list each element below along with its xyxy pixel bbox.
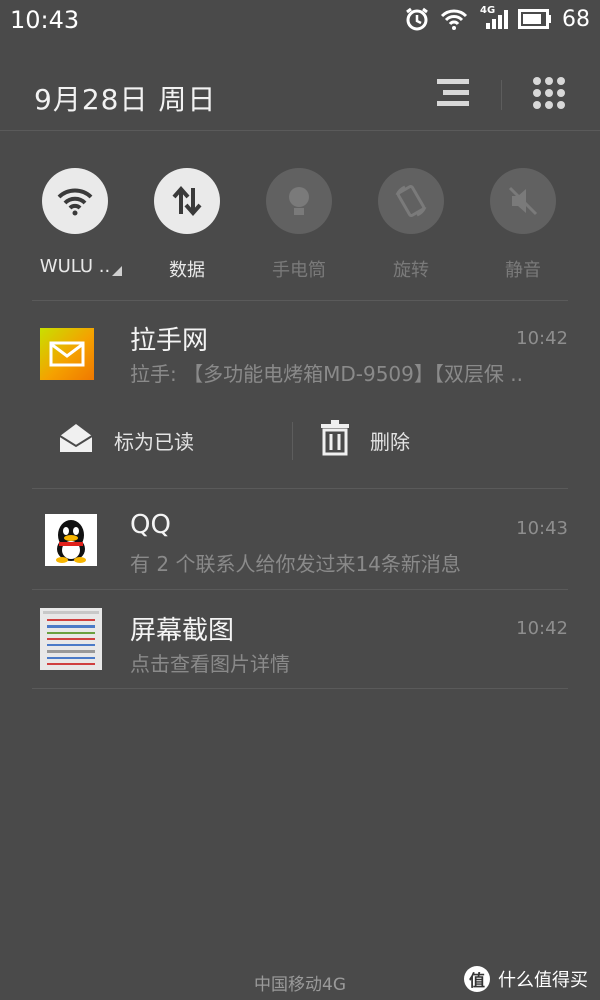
wifi-icon	[42, 168, 108, 234]
notification-divider	[32, 488, 568, 489]
status-icons: 4G 68	[404, 5, 590, 32]
header-buttons	[435, 76, 566, 114]
alarm-icon	[404, 6, 430, 32]
header-separator	[501, 80, 502, 110]
wifi-expand-indicator	[112, 266, 122, 276]
notification-time: 10:42	[516, 618, 568, 639]
watermark-text: 什么值得买	[498, 970, 588, 991]
mark-read-button[interactable]: 标为已读	[58, 422, 194, 459]
toggle-data[interactable]: 数据	[142, 168, 232, 282]
toggle-label: WULU ..	[39, 256, 111, 277]
list-icon[interactable]	[435, 77, 471, 113]
notification-title: 屏幕截图	[130, 616, 235, 646]
watermark-logo-icon: 值	[464, 966, 490, 992]
notification-qq[interactable]: QQ 10:43 有 2 个联系人给你发过来14条新消息	[40, 490, 568, 590]
notification-text: 点击查看图片详情	[130, 652, 290, 676]
notification-text: 拉手: 【多功能电烤箱MD-9509】【双层保 ..	[130, 362, 523, 386]
grid-icon[interactable]	[532, 76, 566, 114]
notification-screenshot[interactable]: 屏幕截图 10:42 点击查看图片详情	[40, 590, 568, 690]
date-label: 9月28日 周日	[34, 83, 217, 116]
network-type: 4G	[480, 5, 496, 16]
toggle-wifi[interactable]: WULU ..	[30, 168, 120, 277]
notification-title: 拉手网	[130, 326, 209, 356]
mail-app-icon	[40, 328, 94, 380]
toggle-flashlight[interactable]: 手电筒	[254, 168, 344, 282]
toggle-label: 旋转	[393, 260, 429, 281]
qq-app-icon	[45, 514, 97, 566]
action-separator	[292, 422, 293, 460]
toggle-label: 数据	[169, 260, 205, 281]
notification-time: 10:43	[516, 518, 568, 539]
notification-time: 10:42	[516, 328, 568, 349]
screenshot-thumbnail	[40, 608, 102, 670]
notification-title: QQ	[130, 510, 171, 540]
delete-button[interactable]: 删除	[320, 420, 410, 461]
signal-icon: 4G	[478, 5, 508, 31]
toggle-mute[interactable]: 静音	[478, 168, 568, 282]
trash-icon	[320, 420, 350, 461]
mark-read-label: 标为已读	[114, 430, 194, 454]
toggle-label: 静音	[505, 260, 541, 281]
header-divider	[0, 130, 600, 131]
battery-level: 68	[562, 6, 590, 32]
notification-lashou[interactable]: 拉手网 10:42 拉手: 【多功能电烤箱MD-9509】【双层保 .. 标为已…	[40, 300, 568, 490]
notification-divider	[32, 688, 568, 689]
toggle-rotate[interactable]: 旋转	[366, 168, 456, 282]
open-envelope-icon	[58, 422, 94, 459]
battery-icon	[518, 9, 552, 29]
rotate-icon	[378, 168, 444, 234]
status-time: 10:43	[10, 6, 80, 34]
flashlight-icon	[266, 168, 332, 234]
watermark: 值 什么值得买	[464, 966, 588, 992]
notification-text: 有 2 个联系人给你发过来14条新消息	[130, 552, 461, 576]
wifi-icon	[440, 7, 468, 31]
mute-icon	[490, 168, 556, 234]
delete-label: 删除	[370, 430, 410, 454]
data-arrows-icon	[154, 168, 220, 234]
toggle-label: 手电筒	[272, 260, 326, 281]
